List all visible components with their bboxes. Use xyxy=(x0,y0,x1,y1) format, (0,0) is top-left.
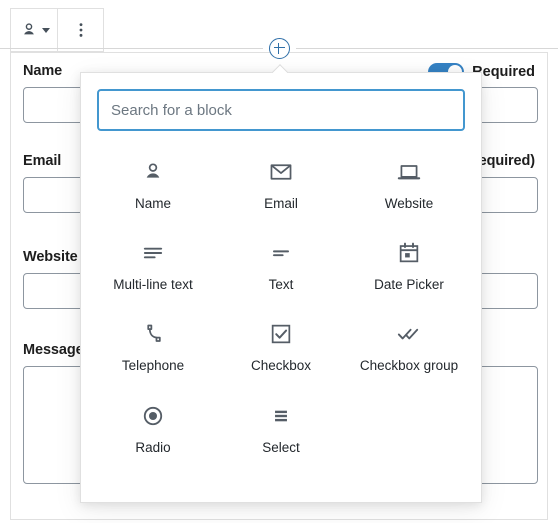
block-item-email[interactable]: Email xyxy=(217,145,345,222)
person-icon xyxy=(140,157,166,187)
field-label-email: Email xyxy=(23,153,62,169)
block-item-date-picker[interactable]: Date Picker xyxy=(345,226,473,303)
block-label: Checkbox group xyxy=(359,358,459,374)
block-label: Email xyxy=(264,196,298,211)
search-container xyxy=(81,73,481,131)
envelope-icon xyxy=(268,157,294,187)
select-lines-icon xyxy=(268,401,294,431)
block-item-text[interactable]: Text xyxy=(217,226,345,303)
block-item-checkbox-group[interactable]: Checkbox group xyxy=(345,307,473,384)
block-item-select[interactable]: Select xyxy=(217,389,345,466)
block-item-multi-line-text[interactable]: Multi-line text xyxy=(89,226,217,303)
person-icon xyxy=(23,23,34,35)
block-label: Multi-line text xyxy=(113,277,193,293)
radio-button-icon xyxy=(140,401,166,431)
block-label: Website xyxy=(384,196,434,211)
block-label: Telephone xyxy=(121,358,185,374)
block-label: Radio xyxy=(135,439,171,455)
short-text-icon xyxy=(268,238,294,268)
add-block-button[interactable] xyxy=(268,37,290,59)
block-label: Checkbox xyxy=(250,358,312,374)
block-item-checkbox[interactable]: Checkbox xyxy=(217,307,345,384)
block-label: Select xyxy=(262,439,300,455)
checkbox-icon xyxy=(268,319,294,349)
laptop-icon xyxy=(396,157,422,187)
block-type-grid: Name Email Website Multi-line text Text … xyxy=(81,131,481,474)
double-check-icon xyxy=(396,319,422,349)
calendar-icon xyxy=(396,238,422,268)
block-item-radio[interactable]: Radio xyxy=(89,389,217,466)
block-label: Text xyxy=(268,277,294,293)
block-inserter-bar xyxy=(0,37,558,59)
block-inserter-popover: Name Email Website xyxy=(80,72,482,503)
block-label: Date Picker xyxy=(374,277,444,293)
popover-caret xyxy=(271,64,289,73)
vertical-dots-icon xyxy=(79,23,82,37)
block-label: Name xyxy=(134,196,171,211)
block-item-name[interactable]: Name xyxy=(89,145,217,222)
block-item-website[interactable]: Website xyxy=(345,145,473,222)
inserter-rule-right xyxy=(295,47,558,49)
block-item-telephone[interactable]: Telephone xyxy=(89,307,217,384)
chevron-down-icon xyxy=(41,27,50,33)
phone-icon xyxy=(140,319,166,349)
search-input[interactable] xyxy=(97,89,465,131)
inserter-rule-left xyxy=(0,47,263,49)
text-lines-icon xyxy=(140,238,166,268)
